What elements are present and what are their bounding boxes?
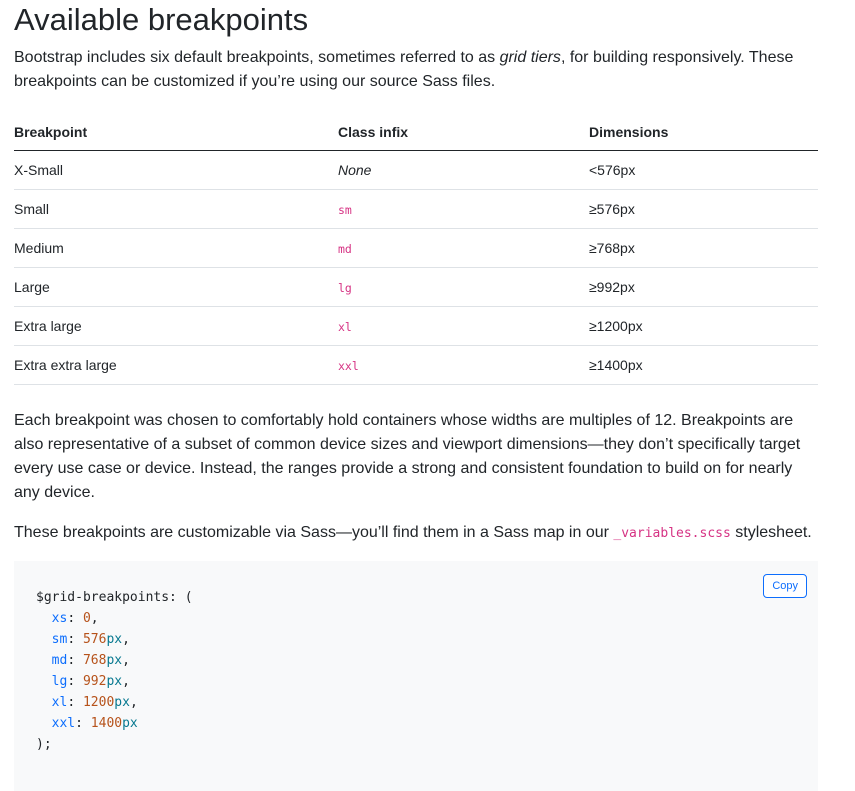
class-infix-value: xl [338, 320, 352, 334]
code-punct: , [122, 674, 130, 689]
explanation-paragraph: Each breakpoint was chosen to comfortabl… [14, 412, 801, 501]
code-punct: , [90, 611, 99, 626]
code-key: sm [51, 632, 68, 647]
class-infix: xxl [338, 345, 589, 385]
class-infix: None [338, 150, 589, 190]
breakpoint-name: Large [14, 267, 338, 307]
class-infix: xl [338, 306, 589, 346]
class-infix: lg [338, 267, 589, 307]
table-row: Large lg ≥992px [14, 267, 818, 307]
code-unit: px [106, 653, 123, 668]
table-row: Extra large xl ≥1200px [14, 306, 818, 346]
customization-text: These breakpoints are customizable via S… [14, 524, 614, 541]
code-number: 992 [82, 674, 107, 689]
table-row: X-Small None <576px [14, 150, 818, 190]
customization-text-end: stylesheet. [730, 524, 812, 541]
customization-paragraph: These breakpoints are customizable via S… [14, 521, 818, 546]
intro-emphasis: grid tiers [499, 49, 561, 66]
code-unit: px [106, 632, 123, 647]
class-infix-value: xxl [338, 359, 359, 373]
code-unit: px [122, 716, 138, 731]
class-infix: sm [338, 189, 589, 229]
code-punct: , [122, 632, 130, 647]
header-dimensions: Dimensions [589, 114, 818, 151]
content: Available breakpoints Bootstrap includes… [14, 0, 818, 791]
page-title: Available breakpoints [14, 2, 309, 37]
code-number: 1200 [82, 695, 115, 710]
table-row: Small sm ≥576px [14, 189, 818, 229]
table-header-row: Breakpoint Class infix Dimensions [14, 114, 818, 151]
class-infix-value: sm [338, 203, 352, 217]
code-number: 768 [82, 653, 107, 668]
class-infix-value: md [338, 242, 352, 256]
header-class-infix: Class infix [338, 114, 589, 151]
class-infix-value: lg [338, 281, 352, 295]
code-content: $grid-breakpoints: ( xs: 0, sm: 576px, m… [36, 590, 193, 752]
code-number: 1400 [90, 716, 123, 731]
intro-paragraph: Bootstrap includes six default breakpoin… [14, 46, 818, 94]
code-line: $grid-breakpoints: ( [36, 590, 193, 605]
breakpoint-name: Medium [14, 228, 338, 268]
class-infix-value: None [338, 162, 372, 178]
code-key: md [51, 653, 68, 668]
dimensions: ≥992px [589, 267, 818, 307]
code-block: Copy $grid-breakpoints: ( xs: 0, sm: 576… [14, 561, 818, 791]
code-key: xxl [51, 716, 76, 731]
dimensions: ≥1400px [589, 345, 818, 385]
intro-text: Bootstrap includes six default breakpoin… [14, 49, 500, 66]
code-unit: px [106, 674, 123, 689]
code-line: ); [36, 737, 52, 752]
breakpoint-name: Small [14, 189, 338, 229]
dimensions: ≥576px [589, 189, 818, 229]
table-row: Extra extra large xxl ≥1400px [14, 345, 818, 385]
code-punct: , [122, 653, 130, 668]
code-unit: px [114, 695, 130, 710]
breakpoint-name: Extra large [14, 306, 338, 346]
breakpoint-name: Extra extra large [14, 345, 338, 385]
dimensions: ≥768px [589, 228, 818, 268]
dimensions: <576px [589, 150, 818, 190]
code-punct: , [129, 695, 138, 710]
code-number: 576 [82, 632, 107, 647]
copy-button[interactable]: Copy [763, 574, 807, 598]
code-key: xs [51, 611, 68, 626]
code-key: lg [51, 674, 68, 689]
breakpoints-table: Breakpoint Class infix Dimensions X-Smal… [14, 114, 818, 385]
class-infix: md [338, 228, 589, 268]
dimensions: ≥1200px [589, 306, 818, 346]
filename-code: _variables.scss [613, 526, 731, 541]
header-breakpoint: Breakpoint [14, 114, 338, 151]
code-number: 0 [82, 611, 91, 626]
breakpoint-name: X-Small [14, 150, 338, 190]
table-row: Medium md ≥768px [14, 228, 818, 268]
code-key: xl [51, 695, 68, 710]
